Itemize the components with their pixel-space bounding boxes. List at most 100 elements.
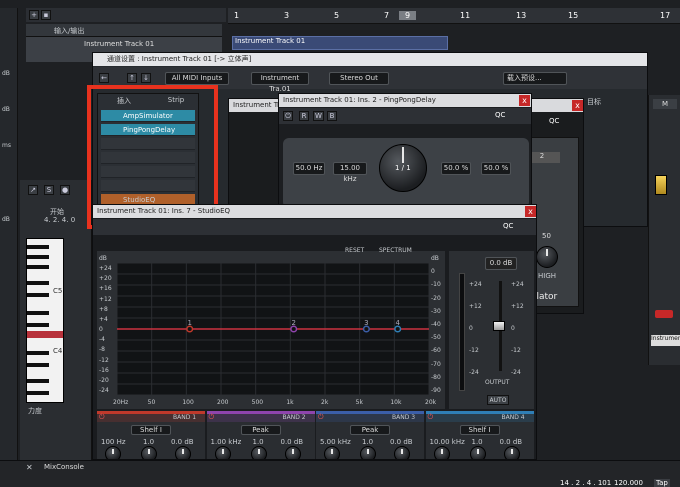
y-tick-label: dB (99, 255, 107, 262)
y-tick-label: -12 (99, 356, 109, 364)
black-key[interactable] (27, 323, 49, 327)
channel-settings-title: 通道设置 : Instrument Track 01 [-> 立体声] (93, 53, 647, 66)
spectrum-button[interactable]: SPECTRUM (379, 247, 412, 254)
pingpong-qc[interactable]: QC (495, 111, 505, 119)
mix-value[interactable]: 50.0 % (481, 162, 511, 175)
band-name: BAND 3 (392, 414, 416, 421)
black-key[interactable] (27, 293, 49, 297)
reset-button[interactable]: RESET (345, 247, 364, 254)
pointer-tool[interactable]: ↗ (28, 185, 38, 195)
output-select[interactable]: Stereo Out (329, 72, 389, 85)
midi-input-select[interactable]: All MIDI Inputs (165, 72, 229, 85)
piano-keyboard[interactable]: C5 C4 (26, 238, 64, 403)
down-button[interactable]: ↓ (141, 73, 151, 83)
folder-button[interactable]: ▪ (41, 10, 51, 20)
band-type-select[interactable]: Shelf I (131, 425, 171, 435)
band-gain-value: 0.0 dB (499, 438, 523, 446)
band-freq-knob[interactable] (324, 446, 340, 459)
eq-node[interactable] (290, 325, 298, 333)
eq-graph-area[interactable]: RESET SPECTRUM 1 2 3 4 dB +24 +20 +16 +12 +8 +4 0 -… (97, 247, 445, 409)
output-meter (459, 273, 465, 391)
black-key[interactable] (27, 281, 49, 285)
band-freq-knob[interactable] (433, 446, 450, 459)
left-value: dB (2, 216, 10, 223)
feedback-value[interactable]: 50.0 % (441, 162, 471, 175)
band-q-value: 1.0 (252, 438, 264, 446)
black-key[interactable] (27, 379, 49, 383)
band-gain-knob[interactable] (503, 446, 520, 459)
eq-band-panel: ⏻ BAND 4 Shelf I 10.00 kHz 1.0 0.0 dB (425, 411, 534, 459)
band-freq-knob[interactable] (105, 446, 121, 459)
band-freq-knob[interactable] (214, 446, 231, 459)
midi-clip[interactable]: Instrument Track 01 (232, 36, 448, 50)
pingpong-delay-window: Instrument Track 01: Ins. 2 - PingPongDe… (278, 93, 532, 210)
black-key[interactable] (27, 311, 49, 315)
timeline-ruler[interactable]: 1 3 5 7 9 11 13 15 17 (228, 8, 680, 24)
band-gain-knob[interactable] (175, 446, 191, 459)
x-tick-label: 5k (355, 399, 363, 406)
bypass-button[interactable]: B (327, 111, 337, 121)
power-icon[interactable]: ⏻ (283, 111, 293, 121)
meter-scale-label: 0 (511, 325, 515, 332)
amp-qc[interactable]: QC (549, 117, 559, 125)
inout-folder[interactable]: 输入/输出 (26, 24, 222, 36)
lowcut-value[interactable]: 50.0 Hz (293, 162, 325, 175)
up-button[interactable]: ↑ (127, 73, 137, 83)
record-tool[interactable]: ● (60, 185, 71, 195)
solo-tool[interactable]: S (44, 185, 54, 195)
note-c5: C5 (53, 287, 63, 295)
fader-cap[interactable] (655, 175, 667, 195)
tap-button[interactable]: Tap (654, 479, 670, 487)
back-button[interactable]: ← (99, 73, 109, 83)
amp-close-button[interactable]: x (572, 100, 583, 111)
band-q-knob[interactable] (469, 446, 486, 459)
studioeq-qc[interactable]: QC (503, 222, 513, 230)
black-key[interactable] (27, 351, 49, 355)
band-power-icon[interactable]: ⏻ (209, 413, 215, 422)
position-value: 4. 2. 4. 0 (44, 216, 76, 224)
band-type-select[interactable]: Peak (240, 425, 281, 435)
band-power-icon[interactable]: ⏻ (99, 413, 105, 422)
output-gain-value[interactable]: 0.0 dB (485, 257, 517, 270)
eq-node[interactable] (394, 325, 402, 333)
band-power-icon[interactable]: ⏻ (318, 413, 324, 422)
output-fader[interactable] (493, 321, 505, 331)
preset-field[interactable]: 载入预设... (503, 72, 567, 85)
band-type-select[interactable]: Shelf I (459, 425, 500, 435)
black-key[interactable] (27, 363, 49, 367)
band-gain-knob[interactable] (284, 446, 301, 459)
band-power-icon[interactable]: ⏻ (428, 413, 434, 422)
band-type-select[interactable]: Peak (350, 425, 390, 435)
highcut-value[interactable]: 15.00 kHz (333, 162, 367, 183)
ruler-mark: 13 (516, 11, 527, 20)
black-key[interactable] (27, 245, 49, 249)
close-icon[interactable]: ✕ (26, 463, 33, 472)
x-tick-label: 100 (182, 399, 194, 406)
amp-high-knob[interactable] (536, 246, 558, 268)
studioeq-close-button[interactable]: x (525, 206, 536, 217)
add-track-button[interactable]: + (29, 10, 39, 20)
record-button[interactable] (655, 310, 673, 318)
read-button[interactable]: R (299, 111, 309, 121)
eq-curve-graph[interactable]: 1 2 3 4 (117, 263, 429, 395)
pingpong-close-button[interactable]: x (519, 95, 530, 106)
mute-button[interactable]: M (653, 99, 677, 109)
black-key[interactable] (27, 265, 49, 269)
eq-node-label: 3 (364, 319, 368, 327)
band-q-knob[interactable] (250, 446, 267, 459)
band-q-knob[interactable] (141, 446, 157, 459)
eq-bands: ⏻ BAND 1 Shelf I 100 Hz 1.0 0.0 dB ⏻ BAND 2 Peak… (97, 411, 535, 459)
eq-node[interactable] (362, 325, 370, 333)
write-button[interactable]: W (313, 111, 324, 121)
black-key[interactable] (27, 391, 49, 395)
selected-key[interactable] (27, 331, 63, 338)
auto-button[interactable]: AUTO (487, 395, 509, 405)
track-select[interactable]: Instrument Tra.01 (251, 72, 309, 93)
band-gain-knob[interactable] (394, 446, 410, 459)
note-c4: C4 (53, 347, 63, 355)
band-q-knob[interactable] (360, 446, 376, 459)
output-section: 0.0 dB +24 +24 +12 +12 0 0 -12 -12 -24 -24 OUTPUT… (449, 251, 534, 409)
mixconsole-tab[interactable]: MixConsole (44, 463, 84, 471)
black-key[interactable] (27, 255, 49, 259)
eq-node[interactable] (186, 325, 194, 333)
